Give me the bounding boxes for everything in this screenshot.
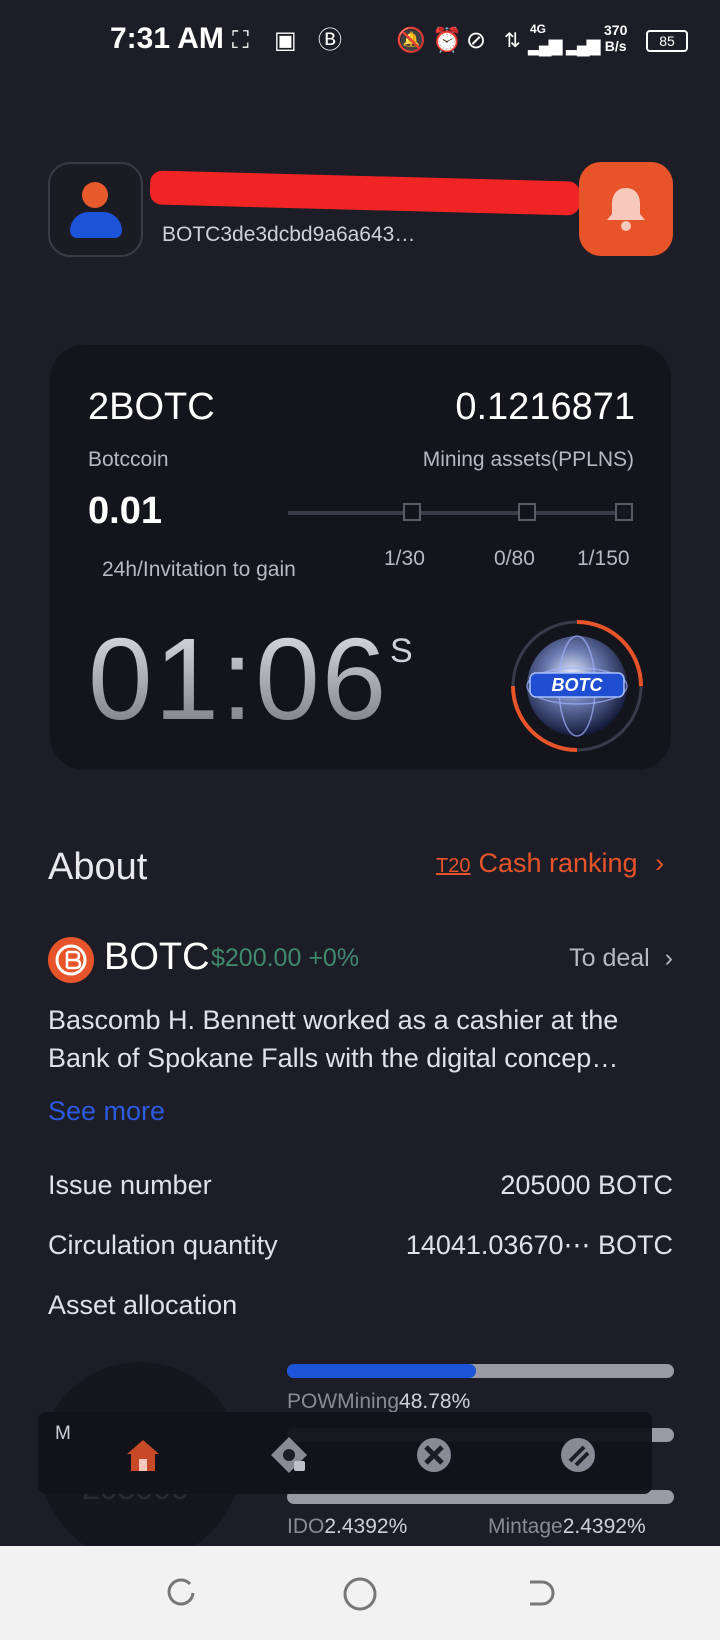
mining-globe-button[interactable]: BOTC bbox=[508, 617, 646, 755]
asset-allocation-label: Asset allocation bbox=[48, 1290, 238, 1320]
coin-price: $200.00 +0% bbox=[211, 944, 360, 972]
progress-milestone-2 bbox=[518, 503, 536, 521]
progress-milestone-3 bbox=[615, 503, 633, 521]
issue-number-value: 205000 BOTC bbox=[500, 1170, 673, 1200]
progress-label-2: 0/80 bbox=[494, 547, 535, 570]
coin-name: Botccoin bbox=[88, 448, 169, 471]
avatar-head bbox=[82, 182, 108, 208]
vault-icon bbox=[271, 1437, 307, 1473]
coin-symbol: BOTC bbox=[104, 936, 210, 978]
signal2-icon: ▂▄▆ bbox=[566, 35, 600, 55]
invite-progress-track bbox=[288, 511, 628, 515]
circulation-label: Circulation quantity bbox=[48, 1230, 278, 1260]
allocation-label-mintage: Mintage2.4392% bbox=[488, 1515, 646, 1538]
rate-label: 24h/Invitation to gain bbox=[102, 558, 296, 581]
redacted-username bbox=[149, 170, 581, 216]
cash-ranking-link[interactable]: T20 Cash ranking › bbox=[436, 848, 664, 879]
allocation-bar-powmining bbox=[287, 1364, 674, 1378]
system-nav-bar bbox=[0, 1546, 720, 1640]
allocation-fill-powmining bbox=[287, 1364, 476, 1378]
rate-value: 0.01 bbox=[88, 490, 162, 532]
allocation-label-ido: IDO2.4392% bbox=[287, 1515, 408, 1538]
botc-logo-icon bbox=[48, 937, 94, 983]
screenshot-icon: ⛶ bbox=[232, 27, 249, 54]
notification-button[interactable] bbox=[579, 162, 673, 256]
wallet-address: BOTC3de3dcbd9a6a643… bbox=[162, 223, 416, 246]
timer-unit: S bbox=[390, 632, 413, 670]
coin-amount: 2BOTC bbox=[88, 386, 215, 428]
battery-icon: 85 bbox=[646, 30, 688, 52]
recent-apps-icon[interactable] bbox=[164, 1576, 198, 1610]
mute-bell-icon: 🔕 bbox=[396, 27, 426, 54]
see-more-link[interactable]: See more bbox=[48, 1096, 165, 1127]
progress-milestone-1 bbox=[403, 503, 421, 521]
status-bar: 7:31 AM ⛶ ▣ Ⓑ 🔕 ⏰ ⊘ ⇅ 4G ▂▄▆ ▂▄▆ 370 B/s… bbox=[0, 0, 720, 80]
nav-exchange[interactable] bbox=[414, 1435, 454, 1475]
bitcoin-icon: Ⓑ bbox=[318, 27, 342, 54]
avatar-body bbox=[70, 212, 122, 238]
progress-label-3: 1/150 bbox=[577, 547, 630, 570]
deal-label: To deal bbox=[569, 944, 650, 972]
mining-assets-label: Mining assets(PPLNS) bbox=[422, 448, 634, 471]
issue-number-label: Issue number bbox=[48, 1170, 212, 1200]
ranking-label: Cash ranking bbox=[478, 848, 638, 878]
avatar[interactable] bbox=[48, 162, 143, 257]
home-circle-icon[interactable] bbox=[342, 1576, 378, 1612]
signal-icon: ▂▄▆ bbox=[528, 35, 562, 55]
nav-vault[interactable] bbox=[269, 1435, 309, 1475]
net-speed: 370 B/s bbox=[604, 22, 628, 54]
allocation-label-powmining: POWMining48.78% bbox=[287, 1390, 471, 1413]
data-arrows-icon: ⇅ bbox=[504, 30, 521, 52]
circulation-value: 14041.03670⋯ BOTC bbox=[405, 1230, 673, 1260]
nav-home[interactable] bbox=[123, 1435, 163, 1475]
chevron-right-icon: › bbox=[655, 848, 665, 878]
status-time: 7:31 AM bbox=[110, 22, 224, 55]
home-icon bbox=[127, 1440, 159, 1471]
globe-label: BOTC bbox=[552, 675, 604, 695]
parking-icon: ▣ bbox=[274, 27, 297, 54]
alarm-icon: ⏰ bbox=[432, 27, 462, 54]
countdown-timer: 01:06 bbox=[88, 614, 389, 744]
wallet-icon bbox=[561, 1438, 595, 1472]
coin-description: Bascomb H. Bennett worked as a cashier a… bbox=[48, 1005, 619, 1073]
exchange-icon bbox=[417, 1438, 451, 1472]
ranking-tag: T20 bbox=[436, 855, 471, 877]
nav-wallet[interactable] bbox=[558, 1435, 598, 1475]
globe-icon: BOTC bbox=[511, 620, 643, 752]
mining-assets-value: 0.1216871 bbox=[455, 386, 635, 428]
bell-icon bbox=[607, 188, 645, 231]
to-deal-link[interactable]: To deal › bbox=[569, 944, 673, 973]
donut-label: M bbox=[55, 1423, 71, 1444]
chevron-right-icon: › bbox=[664, 944, 673, 972]
back-icon[interactable] bbox=[522, 1576, 556, 1610]
progress-label-1: 1/30 bbox=[384, 547, 425, 570]
dnd-icon: ⊘ bbox=[466, 27, 487, 54]
about-title: About bbox=[48, 846, 148, 888]
